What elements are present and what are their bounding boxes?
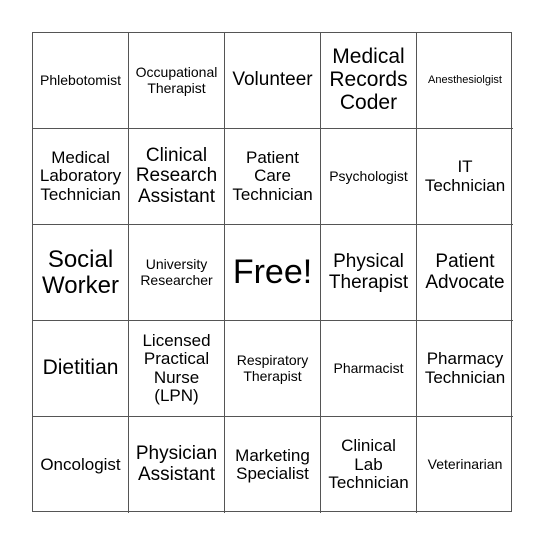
bingo-cell[interactable]: Licensed Practical Nurse (LPN): [129, 321, 225, 417]
bingo-cell[interactable]: Patient Advocate: [417, 225, 513, 321]
bingo-cell[interactable]: University Researcher: [129, 225, 225, 321]
bingo-cell[interactable]: Medical Laboratory Technician: [33, 129, 129, 225]
bingo-cell[interactable]: Clinical Lab Technician: [321, 417, 417, 513]
bingo-cell[interactable]: Marketing Specialist: [225, 417, 321, 513]
bingo-cell[interactable]: Social Worker: [33, 225, 129, 321]
bingo-cell[interactable]: Pharmacist: [321, 321, 417, 417]
bingo-cell[interactable]: Anesthesiolgist: [417, 33, 513, 129]
bingo-cell[interactable]: Dietitian: [33, 321, 129, 417]
bingo-cell[interactable]: Pharmacy Technician: [417, 321, 513, 417]
bingo-cell[interactable]: Respiratory Therapist: [225, 321, 321, 417]
bingo-cell[interactable]: Physical Therapist: [321, 225, 417, 321]
bingo-cell[interactable]: Clinical Research Assistant: [129, 129, 225, 225]
bingo-cell[interactable]: IT Technician: [417, 129, 513, 225]
bingo-cell[interactable]: Physician Assistant: [129, 417, 225, 513]
bingo-cell[interactable]: Phlebotomist: [33, 33, 129, 129]
bingo-cell[interactable]: Patient Care Technician: [225, 129, 321, 225]
bingo-cell[interactable]: Occupational Therapist: [129, 33, 225, 129]
bingo-cell[interactable]: Oncologist: [33, 417, 129, 513]
bingo-cell[interactable]: Medical Records Coder: [321, 33, 417, 129]
bingo-cell[interactable]: Volunteer: [225, 33, 321, 129]
bingo-cell[interactable]: Psychologist: [321, 129, 417, 225]
free-space-cell[interactable]: Free!: [225, 225, 321, 321]
bingo-card: Phlebotomist Occupational Therapist Volu…: [32, 32, 513, 513]
bingo-cell[interactable]: Veterinarian: [417, 417, 513, 513]
